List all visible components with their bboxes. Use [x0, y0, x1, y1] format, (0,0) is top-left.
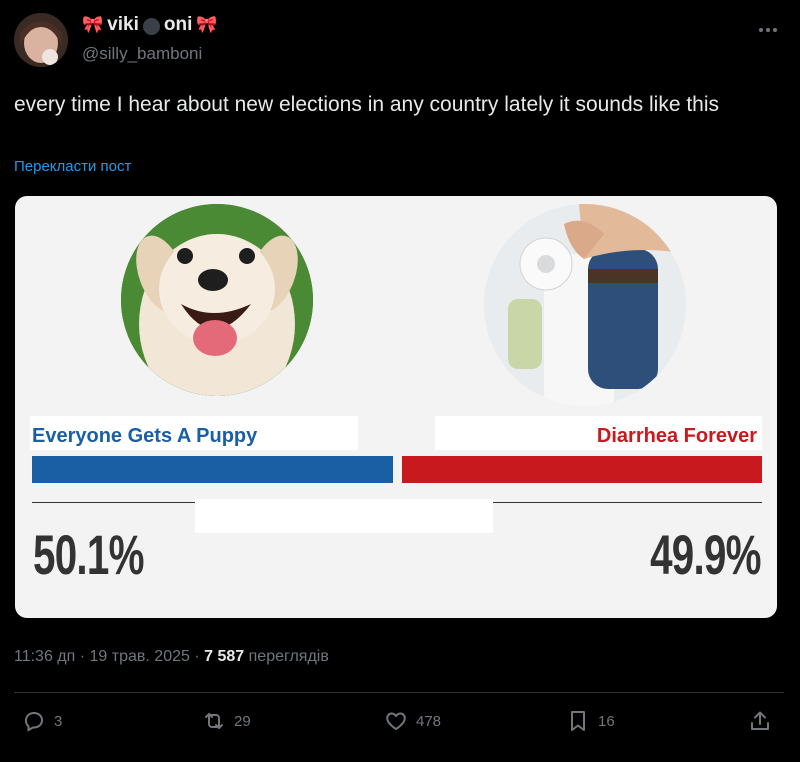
right-candidate-label: Diarrhea Forever	[596, 425, 757, 447]
more-button[interactable]	[752, 14, 784, 46]
tweet-meta: 11:36 дп · 19 трав. 2025 · 7 587 перегля…	[14, 648, 329, 665]
like-button[interactable]: 478	[384, 709, 441, 733]
translate-post-link[interactable]: Перекласти пост	[14, 158, 131, 175]
more-icon	[759, 28, 777, 32]
views-label: переглядів	[248, 648, 329, 665]
actions-divider	[14, 692, 784, 693]
tweet-time[interactable]: 11:36 дп	[14, 648, 75, 665]
left-candidate-label: Everyone Gets A Puppy	[32, 425, 258, 447]
share-button[interactable]	[748, 709, 772, 733]
bookmark-count: 16	[598, 712, 615, 730]
reply-icon	[24, 711, 44, 732]
user-handle[interactable]: @silly_bamboni	[82, 44, 202, 64]
tweet-text: every time I hear about new elections in…	[14, 93, 720, 116]
repost-icon	[205, 713, 223, 729]
views-count: 7 587	[204, 648, 245, 665]
reply-count: 3	[54, 712, 63, 730]
puppy-photo	[121, 204, 313, 396]
ribbon-icon: 🎀	[82, 15, 104, 34]
right-result-bar	[402, 456, 762, 483]
reply-button[interactable]: 3	[22, 709, 62, 733]
tweet-date[interactable]: 19 трав. 2025	[90, 648, 190, 665]
right-percentage: 49.9%	[650, 523, 761, 586]
repost-count: 29	[234, 712, 251, 730]
left-percentage: 50.1%	[33, 523, 144, 586]
bookmark-button[interactable]: 16	[566, 709, 615, 733]
display-name-part2: oni	[163, 14, 193, 35]
tweet-media-image[interactable]: Everyone Gets A Puppy Diarrhea Forever 5…	[15, 196, 777, 618]
like-count: 478	[416, 712, 442, 730]
heart-icon	[386, 712, 406, 730]
avatar[interactable]	[14, 13, 68, 67]
repost-button[interactable]: 29	[202, 709, 251, 733]
toilet-photo	[484, 204, 686, 406]
center-white-box	[195, 499, 493, 533]
share-icon	[751, 711, 769, 730]
left-result-bar	[32, 456, 393, 483]
bookmark-icon	[571, 711, 585, 731]
display-name-part1: viki	[107, 14, 139, 35]
ribbon-icon: 🎀	[196, 15, 218, 34]
display-name[interactable]: 🎀 viki oni 🎀	[82, 14, 218, 36]
bomb-icon	[142, 17, 160, 35]
